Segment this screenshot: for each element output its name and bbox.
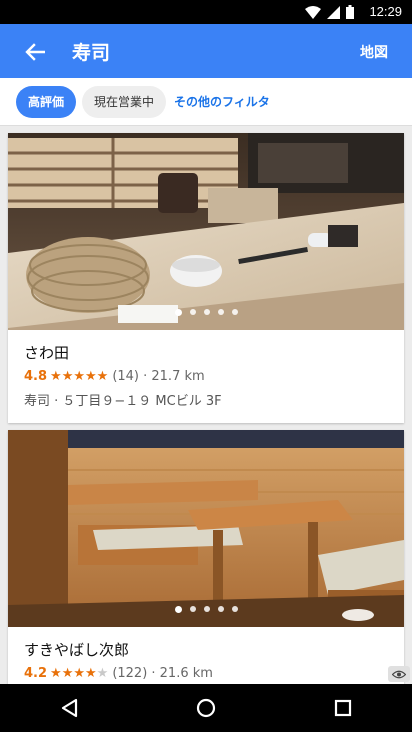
rating-value: 4.2 bbox=[24, 666, 48, 681]
map-button[interactable]: 地図 bbox=[360, 42, 388, 62]
restaurant-name: さわ田 bbox=[24, 344, 70, 362]
triangle-back-icon bbox=[61, 698, 77, 718]
star-icon: ★ bbox=[96, 666, 109, 681]
pager-dot[interactable] bbox=[231, 606, 238, 612]
circle-home-icon bbox=[196, 698, 216, 718]
review-count-distance: (14) · 21.7 km bbox=[112, 369, 205, 384]
nav-home-button[interactable] bbox=[182, 684, 230, 732]
wifi-icon bbox=[305, 5, 321, 19]
page-title: 寿司 bbox=[72, 42, 111, 64]
square-recents-icon bbox=[335, 699, 352, 717]
arrow-back-icon bbox=[25, 43, 45, 61]
nav-back-button[interactable] bbox=[45, 684, 93, 732]
rating-line: 4.2 ★ ★ ★ ★ ★ (122) · 21.6 km bbox=[24, 666, 388, 681]
pager-dot[interactable] bbox=[174, 309, 182, 316]
filter-bar: 高評価 現在営業中 その他のフィルタ bbox=[0, 78, 412, 126]
restaurant-address: 寿司 · ５丁目９−１９ MCビル 3F bbox=[24, 394, 222, 409]
status-icons bbox=[305, 5, 354, 19]
more-filters-link[interactable]: その他のフィルタ bbox=[174, 86, 274, 118]
restaurant-card[interactable]: さわ田 4.8 ★ ★ ★ ★ ★ (14) · 21.7 km 寿司 · ５丁目９−１… bbox=[8, 133, 404, 423]
star-icon: ★ bbox=[73, 369, 85, 384]
rating-value: 4.8 bbox=[24, 369, 48, 384]
status-time: 12:29 bbox=[369, 4, 402, 19]
review-count-distance: (122) · 21.6 km bbox=[112, 666, 213, 681]
star-icon: ★ bbox=[85, 369, 97, 384]
results-list[interactable]: さわ田 4.8 ★ ★ ★ ★ ★ (14) · 21.7 km 寿司 · ５丁目９−１… bbox=[0, 126, 412, 684]
restaurant-info: すきやばし次郎 4.2 ★ ★ ★ ★ ★ (122) · 21.6 km bbox=[8, 627, 404, 684]
star-icon: ★ bbox=[73, 666, 85, 681]
rating-line: 4.8 ★ ★ ★ ★ ★ (14) · 21.7 km bbox=[24, 369, 388, 384]
star-icon: ★ bbox=[85, 666, 97, 681]
star-icon: ★ bbox=[96, 369, 109, 384]
back-button[interactable] bbox=[22, 39, 48, 65]
app-screen: 12:29 寿司 地図 高評価 現在営業中 その他のフィルタ さわ田 4.8 ★… bbox=[0, 0, 412, 732]
photo-pager bbox=[8, 606, 404, 613]
restaurant-name: すきやばし次郎 bbox=[24, 641, 130, 659]
signal-icon bbox=[327, 5, 340, 19]
nav-recents-button[interactable] bbox=[319, 684, 367, 732]
restaurant-booth-photo bbox=[8, 430, 404, 627]
sushi-counter-photo bbox=[8, 133, 404, 330]
pager-dot[interactable] bbox=[174, 606, 182, 613]
filter-open-now-chip[interactable]: 現在営業中 bbox=[82, 86, 166, 118]
star-rating: ★ ★ ★ ★ ★ bbox=[50, 667, 108, 680]
restaurant-info: さわ田 4.8 ★ ★ ★ ★ ★ (14) · 21.7 km 寿司 · ５丁目９−１… bbox=[8, 330, 404, 423]
app-bar: 寿司 地図 bbox=[0, 24, 412, 78]
restaurant-photo[interactable] bbox=[8, 430, 404, 627]
star-icon: ★ bbox=[61, 369, 74, 384]
pager-dot[interactable] bbox=[203, 606, 210, 612]
navigation-bar bbox=[0, 684, 412, 732]
photo-pager bbox=[8, 309, 404, 316]
eye-icon bbox=[392, 670, 406, 678]
star-icon: ★ bbox=[61, 666, 74, 681]
star-rating: ★ ★ ★ ★ ★ bbox=[50, 370, 108, 383]
star-icon: ★ bbox=[50, 666, 62, 681]
battery-icon bbox=[346, 5, 354, 19]
pager-dot[interactable] bbox=[203, 309, 210, 315]
pager-dot[interactable] bbox=[189, 606, 196, 612]
pager-dot[interactable] bbox=[217, 606, 224, 612]
filter-top-rated-chip[interactable]: 高評価 bbox=[16, 86, 76, 118]
pager-dot[interactable] bbox=[231, 309, 238, 315]
pager-dot[interactable] bbox=[189, 309, 196, 315]
restaurant-photo[interactable] bbox=[8, 133, 404, 330]
pager-dot[interactable] bbox=[217, 309, 224, 315]
star-icon: ★ bbox=[50, 369, 62, 384]
restaurant-card[interactable]: すきやばし次郎 4.2 ★ ★ ★ ★ ★ (122) · 21.6 km bbox=[8, 430, 404, 684]
status-bar: 12:29 bbox=[0, 0, 412, 24]
accessibility-eye-button[interactable] bbox=[388, 666, 410, 682]
